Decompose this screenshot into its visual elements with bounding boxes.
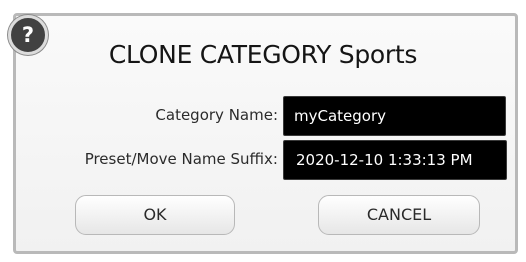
dialog-title: CLONE CATEGORY Sports (108, 40, 418, 69)
category-name-input[interactable]: myCategory (283, 96, 506, 136)
cancel-button[interactable]: CANCEL (318, 195, 480, 235)
name-suffix-label: Preset/Move Name Suffix: (84, 150, 278, 168)
ok-button[interactable]: OK (75, 195, 235, 235)
name-suffix-input[interactable]: 2020-12-10 1:33:13 PM (283, 140, 507, 180)
category-name-label: Category Name: (155, 106, 278, 124)
